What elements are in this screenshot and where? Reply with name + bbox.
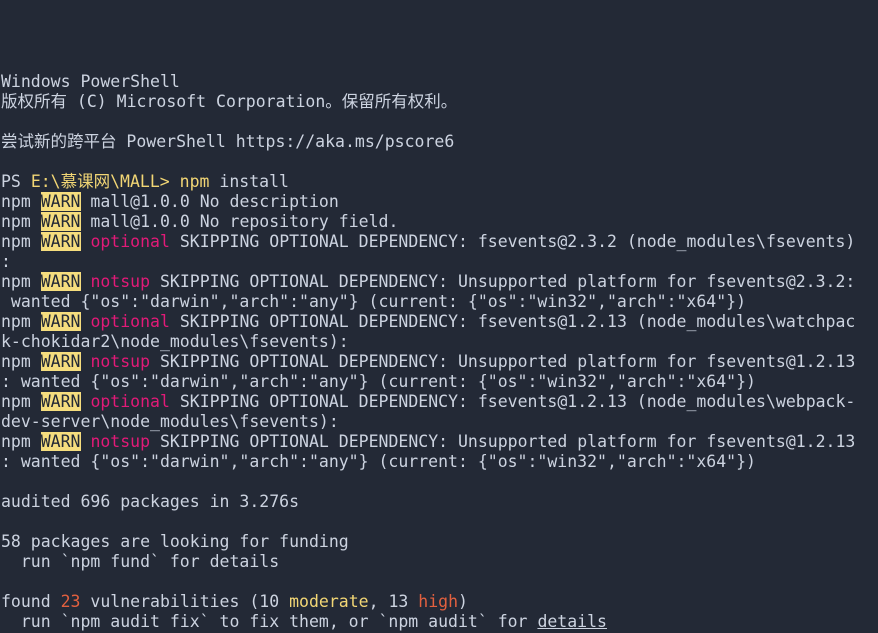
notsup-keyword: notsup	[90, 432, 151, 451]
prompt-command-name: npm	[179, 172, 210, 191]
vuln-found-prefix: found	[1, 592, 61, 611]
log-optional-watchpack-cont-text: k-chokidar2\node_modules\fsevents):	[1, 332, 349, 351]
log-line-optional-webpack-dev-server: npm WARN optional SKIPPING OPTIONAL DEPE…	[0, 392, 878, 412]
log-line-optional-watchpack: npm WARN optional SKIPPING OPTIONAL DEPE…	[0, 312, 878, 332]
log-notsup-fsevents-232-text: SKIPPING OPTIONAL DEPENDENCY: Unsupporte…	[150, 272, 856, 291]
vuln-fix-prefix: run `npm audit fix` to fix them, or `npm…	[1, 612, 538, 631]
vuln-total-count: 23	[60, 592, 81, 611]
npm-prefix: npm	[1, 272, 41, 291]
log-line-optional-webpack-dev-server-cont: dev-server\node_modules\fsevents):	[0, 412, 878, 432]
prompt-command-args: install	[209, 172, 289, 191]
prompt-line[interactable]: PS E:\慕课网\MALL> npm install	[0, 172, 878, 192]
npm-prefix: npm	[1, 232, 41, 251]
npm-prefix: npm	[1, 352, 41, 371]
vuln-high-label: high	[418, 592, 459, 611]
warn-badge: WARN	[40, 352, 81, 371]
vulnerabilities-fix-hint-line: run `npm audit fix` to fix them, or `npm…	[0, 612, 878, 632]
npm-prefix: npm	[1, 312, 41, 331]
log-line-warn-repository: npm WARN mall@1.0.0 No repository field.	[0, 212, 878, 232]
powershell-terminal[interactable]: Windows PowerShell 版权所有 (C) Microsoft Co…	[0, 0, 878, 633]
notsup-keyword: notsup	[90, 352, 151, 371]
summary-audited-text: audited 696 packages in 3.276s	[1, 492, 300, 511]
log-line-notsup-watchpack: npm WARN notsup SKIPPING OPTIONAL DEPEND…	[0, 352, 878, 372]
summary-funding-line: 58 packages are looking for funding	[0, 532, 878, 552]
summary-funding-hint-line: run `npm fund` for details	[0, 552, 878, 572]
log-line-notsup-webpack-dev-server: npm WARN notsup SKIPPING OPTIONAL DEPEND…	[0, 432, 878, 452]
vuln-separator: , 13	[368, 592, 419, 611]
log-line-optional-watchpack-cont: k-chokidar2\node_modules\fsevents):	[0, 332, 878, 352]
vuln-mid-text: vulnerabilities (10	[80, 592, 290, 611]
warn-badge: WARN	[40, 432, 81, 451]
log-optional-watchpack-text: SKIPPING OPTIONAL DEPENDENCY: fsevents@1…	[169, 312, 856, 331]
log-optional-fsevents-232-text: SKIPPING OPTIONAL DEPENDENCY: fsevents@2…	[169, 232, 856, 251]
warn-badge: WARN	[40, 392, 81, 411]
summary-funding-text: 58 packages are looking for funding	[1, 532, 349, 551]
log-optional-fsevents-232-cont-text: :	[1, 252, 11, 271]
summary-funding-hint-text: run `npm fund` for details	[1, 552, 280, 571]
log-notsup-watchpack-text: SKIPPING OPTIONAL DEPENDENCY: Unsupporte…	[150, 352, 856, 371]
warn-badge: WARN	[40, 272, 81, 291]
optional-keyword: optional	[90, 232, 170, 251]
optional-keyword: optional	[90, 392, 170, 411]
npm-prefix: npm	[1, 212, 41, 231]
npm-prefix: npm	[1, 392, 41, 411]
warn-badge: WARN	[40, 212, 81, 231]
vuln-suffix: )	[458, 592, 468, 611]
banner-line-copyright: 版权所有 (C) Microsoft Corporation。保留所有权利。	[0, 92, 878, 112]
vulnerabilities-line: found 23 vulnerabilities (10 moderate, 1…	[0, 592, 878, 612]
terminal-top-padding	[0, 0, 878, 72]
warn-badge: WARN	[40, 312, 81, 331]
log-line-notsup-watchpack-cont: : wanted {"os":"darwin","arch":"any"} (c…	[0, 372, 878, 392]
log-line-notsup-webpack-dev-server-cont: : wanted {"os":"darwin","arch":"any"} (c…	[0, 452, 878, 472]
log-line-notsup-fsevents-232-cont: wanted {"os":"darwin","arch":"any"} (cur…	[0, 292, 878, 312]
banner-title-text: Windows PowerShell	[1, 72, 180, 91]
banner-pscore-cn: 尝试新的跨平台	[1, 132, 117, 151]
log-notsup-webpack-dev-server-text: SKIPPING OPTIONAL DEPENDENCY: Unsupporte…	[150, 432, 856, 451]
warn-badge: WARN	[40, 192, 81, 211]
optional-keyword: optional	[90, 312, 170, 331]
banner-pscore-url: PowerShell https://aka.ms/pscore6	[116, 132, 455, 151]
log-line-notsup-fsevents-232: npm WARN notsup SKIPPING OPTIONAL DEPEND…	[0, 272, 878, 292]
log-notsup-watchpack-cont-text: : wanted {"os":"darwin","arch":"any"} (c…	[1, 372, 756, 391]
log-line-optional-fsevents-232-cont: :	[0, 252, 878, 272]
log-notsup-fsevents-232-cont-text: wanted {"os":"darwin","arch":"any"} (cur…	[1, 292, 747, 311]
npm-prefix: npm	[1, 432, 41, 451]
log-line-optional-fsevents-232: npm WARN optional SKIPPING OPTIONAL DEPE…	[0, 232, 878, 252]
banner-copyright-text: 版权所有 (C) Microsoft Corporation。保留所有权利。	[1, 92, 458, 111]
log-line-warn-description: npm WARN mall@1.0.0 No description	[0, 192, 878, 212]
prompt-path: E:\慕课网\MALL>	[30, 172, 170, 191]
npm-prefix: npm	[1, 192, 41, 211]
notsup-keyword: notsup	[90, 272, 151, 291]
log-notsup-webpack-dev-server-cont-text: : wanted {"os":"darwin","arch":"any"} (c…	[1, 452, 756, 471]
log-optional-webpack-dev-server-text: SKIPPING OPTIONAL DEPENDENCY: fsevents@1…	[169, 392, 856, 411]
vuln-details-link[interactable]: details	[537, 612, 607, 631]
banner-line-title: Windows PowerShell	[0, 72, 878, 92]
warn-badge: WARN	[40, 232, 81, 251]
log-warn-description-text: mall@1.0.0 No description	[80, 192, 339, 211]
log-optional-webpack-dev-server-cont-text: dev-server\node_modules\fsevents):	[1, 412, 339, 431]
log-warn-repository-text: mall@1.0.0 No repository field.	[80, 212, 399, 231]
prompt-ps-label: PS	[1, 172, 31, 191]
vuln-moderate-label: moderate	[289, 592, 369, 611]
summary-audited-line: audited 696 packages in 3.276s	[0, 492, 878, 512]
banner-line-pscore: 尝试新的跨平台 PowerShell https://aka.ms/pscore…	[0, 132, 878, 152]
